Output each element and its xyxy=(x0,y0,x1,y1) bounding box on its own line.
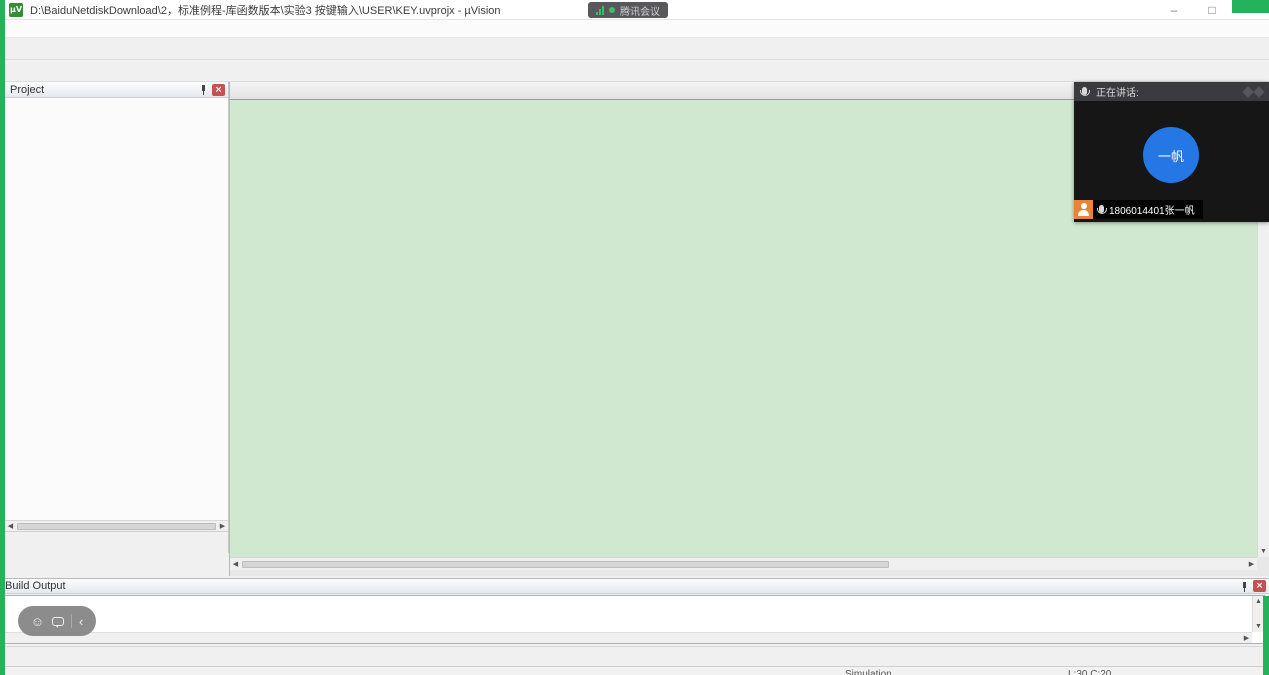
share-border-left xyxy=(0,0,5,675)
status-mode: Simulation xyxy=(845,669,892,675)
speaking-label: 正在讲话: xyxy=(1096,84,1241,99)
project-panel-title: Project xyxy=(10,84,199,96)
pin-icon[interactable] xyxy=(1240,581,1249,592)
scroll-left-icon[interactable]: ◀ xyxy=(5,522,16,530)
build-output-hscrollbar[interactable]: ▶ xyxy=(3,632,1252,643)
divider xyxy=(71,614,72,628)
maximize-button[interactable]: □ xyxy=(1193,0,1231,19)
online-dot-icon xyxy=(609,7,615,13)
share-border-top-right xyxy=(1232,0,1269,13)
build-output-content[interactable]: ▲ ▼ ▶ xyxy=(2,595,1265,644)
meeting-pill-label: 腾讯会议 xyxy=(620,3,660,18)
close-icon[interactable]: × xyxy=(212,84,225,96)
meeting-logo-icon xyxy=(1253,86,1264,97)
microphone-icon xyxy=(1082,87,1087,95)
project-tree-hscrollbar[interactable]: ◀ ▶ xyxy=(5,520,228,531)
project-panel-header: Project × xyxy=(5,82,228,98)
signal-bars-icon xyxy=(596,6,605,15)
build-output-title: Build Output xyxy=(5,580,1240,592)
minimize-button[interactable]: – xyxy=(1155,0,1193,19)
participant-name-bar: 1806014401张一帆 xyxy=(1074,200,1203,219)
project-panel: Project × ◀ ▶ xyxy=(5,82,229,553)
overlay-header: 正在讲话: xyxy=(1074,82,1269,101)
scroll-down-icon[interactable]: ▼ xyxy=(1258,546,1269,557)
overlay-video-area: 一帆 1806014401张一帆 xyxy=(1074,101,1269,222)
participant-name: 1806014401张一帆 xyxy=(1109,202,1195,217)
menu-bar xyxy=(0,20,1269,38)
window-title: D:\BaiduNetdiskDownload\2，标准例程-库函数版本\实验3… xyxy=(30,2,501,18)
build-output-header: Build Output × xyxy=(0,578,1269,594)
share-border-right xyxy=(1263,596,1269,675)
collapse-chevron-icon[interactable]: ‹ xyxy=(79,614,83,629)
microphone-icon xyxy=(1099,205,1104,213)
pin-icon[interactable] xyxy=(199,84,208,95)
chat-bubble-icon[interactable] xyxy=(52,617,64,626)
meeting-video-overlay[interactable]: 正在讲话: 一帆 1806014401张一帆 xyxy=(1074,82,1269,222)
hscroll-thumb[interactable] xyxy=(17,523,216,530)
uvision-app-icon: μV xyxy=(9,3,23,17)
project-panel-tabs xyxy=(5,531,228,553)
project-tree xyxy=(5,98,228,520)
scroll-right-icon[interactable]: ▶ xyxy=(217,522,228,530)
participant-avatar: 一帆 xyxy=(1143,127,1199,183)
scroll-right-icon[interactable]: ▶ xyxy=(1241,634,1252,642)
editor-hscrollbar[interactable]: ◀ ▶ xyxy=(230,557,1257,570)
close-icon[interactable]: × xyxy=(1253,580,1266,592)
status-bar: Simulation L:30 C:20 xyxy=(0,666,1269,675)
scroll-left-icon[interactable]: ◀ xyxy=(230,560,241,568)
participant-icon xyxy=(1074,200,1093,219)
smiley-icon[interactable]: ☺ xyxy=(31,614,44,629)
bottom-tab-bar xyxy=(0,646,1269,665)
meeting-status-pill[interactable]: 腾讯会议 xyxy=(588,2,668,18)
toolbar-build xyxy=(0,60,1269,82)
status-cursor-position: L:30 C:20 xyxy=(1068,669,1111,675)
hscroll-thumb[interactable] xyxy=(242,561,889,568)
scroll-right-icon[interactable]: ▶ xyxy=(1246,560,1257,568)
toolbar-file xyxy=(0,38,1269,60)
meeting-reaction-pill[interactable]: ☺ ‹ xyxy=(18,606,96,636)
